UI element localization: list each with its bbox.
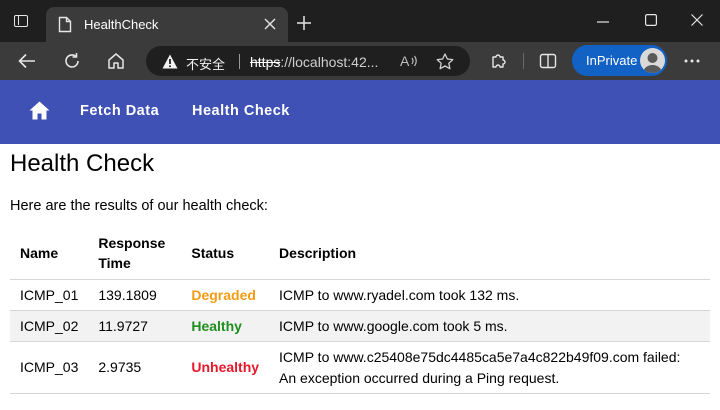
cell-description: ICMP to www.c25408e75dc4485ca5e7a4c822b4… <box>269 341 710 394</box>
svg-text:A: A <box>400 53 410 69</box>
split-screen-icon[interactable] <box>539 52 557 70</box>
cell-name: ICMP_03 <box>10 341 89 394</box>
home-browser-icon[interactable] <box>107 52 125 70</box>
url-text[interactable]: https://localhost:42... <box>250 54 378 70</box>
new-tab-icon[interactable] <box>296 15 312 31</box>
cell-response-time: 11.9727 <box>88 310 182 342</box>
cell-response-time: 139.1809 <box>88 279 182 311</box>
url-host: ://localhost:42... <box>280 54 379 70</box>
extensions-icon[interactable] <box>490 52 508 70</box>
address-divider <box>239 54 240 69</box>
intro-text: Here are the results of our health check… <box>10 198 268 214</box>
header-description: Description <box>269 226 710 280</box>
profile-person-icon <box>643 53 662 73</box>
table-row: ICMP_02 11.9727 Healthy ICMP to www.goog… <box>10 310 710 342</box>
address-bar[interactable]: 不安全 https://localhost:42... A <box>146 46 470 76</box>
read-aloud-icon[interactable]: A <box>400 53 418 69</box>
health-check-table: Name Response Time Status Description IC… <box>10 226 710 394</box>
page-icon <box>58 16 72 33</box>
favorite-star-icon[interactable] <box>436 53 454 70</box>
url-scheme: https <box>250 54 281 70</box>
toolbar-divider <box>523 53 524 69</box>
page-title: Health Check <box>10 150 155 177</box>
tab-title: HealthCheck <box>84 17 159 32</box>
minimize-icon[interactable] <box>597 21 609 23</box>
app-navbar: Fetch Data Health Check <box>0 80 720 144</box>
browser-tab[interactable]: HealthCheck <box>46 7 288 42</box>
cell-description: ICMP to www.google.com took 5 ms. <box>269 310 710 342</box>
cell-name: ICMP_02 <box>10 310 89 342</box>
warning-icon[interactable] <box>162 54 178 69</box>
inprivate-button[interactable]: InPrivate <box>572 45 667 76</box>
home-icon[interactable] <box>29 101 50 120</box>
cell-status: Unhealthy <box>181 341 270 394</box>
cell-status: Degraded <box>181 279 270 311</box>
profile-avatar[interactable] <box>640 48 665 73</box>
header-response-time: Response Time <box>88 226 182 280</box>
cell-name: ICMP_01 <box>10 279 89 311</box>
close-window-icon[interactable] <box>691 14 703 26</box>
browser-toolbar: 不安全 https://localhost:42... A InPrivate <box>0 42 720 80</box>
maximize-icon[interactable] <box>645 14 657 26</box>
inprivate-label: InPrivate <box>586 53 638 68</box>
more-options-icon[interactable] <box>684 59 700 63</box>
header-name: Name <box>10 226 89 280</box>
table-row: ICMP_01 139.1809 Degraded ICMP to www.ry… <box>10 279 710 311</box>
nav-link-health-check[interactable]: Health Check <box>192 103 290 119</box>
tab-actions-icon[interactable] <box>14 15 28 27</box>
back-icon[interactable] <box>18 53 36 69</box>
cell-response-time: 2.9735 <box>88 341 182 394</box>
table-row: ICMP_03 2.9735 Unhealthy ICMP to www.c25… <box>10 341 710 394</box>
cell-description: ICMP to www.ryadel.com took 132 ms. <box>269 279 710 311</box>
header-status: Status <box>181 226 270 280</box>
nav-link-fetch-data[interactable]: Fetch Data <box>80 103 159 119</box>
refresh-icon[interactable] <box>63 52 81 70</box>
security-status[interactable]: 不安全 <box>186 54 225 73</box>
browser-titlebar: HealthCheck <box>0 0 720 42</box>
close-tab-icon[interactable] <box>264 18 276 30</box>
cell-status: Healthy <box>181 310 270 342</box>
table-header-row: Name Response Time Status Description <box>10 226 710 280</box>
